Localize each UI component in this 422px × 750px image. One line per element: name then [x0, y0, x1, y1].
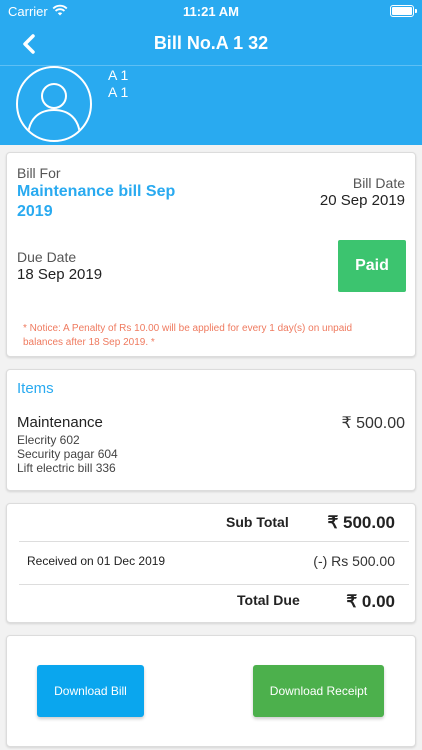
summary-divider: [19, 541, 409, 542]
member-line-2: A 1: [108, 84, 129, 100]
page-title: Bill No.A 1 32: [153, 33, 269, 53]
penalty-notice-line2: balances after 18 Sep 2019. *: [23, 337, 155, 348]
total-due-value: ₹ 0.00: [346, 592, 395, 611]
due-date-label: Due Date: [17, 249, 77, 265]
received-value: (-) Rs 500.00: [313, 553, 395, 569]
bill-info-card: Bill For Maintenance bill Sep 2019 Bill …: [6, 152, 416, 357]
bill-date-label: Bill Date: [352, 175, 405, 191]
sub-total-label: Sub Total: [226, 514, 289, 530]
download-bill-button[interactable]: Download Bill: [37, 665, 144, 717]
summary-divider: [19, 584, 409, 585]
nav-divider: [0, 65, 422, 66]
received-label: Received on 01 Dec 2019: [27, 554, 166, 568]
sub-total-value: ₹ 500.00: [327, 513, 395, 532]
bill-for-value-line2: 2019: [17, 203, 53, 220]
total-due-label: Total Due: [237, 592, 300, 608]
battery-icon: [390, 5, 417, 17]
due-date-value: 18 Sep 2019: [17, 266, 103, 283]
download-receipt-button[interactable]: Download Receipt: [253, 665, 384, 717]
item-sub-line: Elecrity 602: [17, 433, 80, 447]
penalty-notice: * Notice: A Penalty of Rs 10.00 will be …: [23, 322, 403, 350]
item-sub-line: Security pagar 604: [17, 447, 118, 461]
bill-date-value: 20 Sep 2019: [319, 192, 405, 209]
item-amount: ₹ 500.00: [341, 415, 405, 432]
status-badge: Paid: [338, 240, 406, 292]
nav-bar: Bill No.A 1 32: [0, 22, 422, 66]
member-line-1: A 1: [108, 67, 129, 83]
clock-time: 11:21 AM: [183, 4, 239, 19]
status-bar: Carrier 11:21 AM: [0, 0, 422, 22]
actions-card: Download Bill Download Receipt: [6, 635, 416, 747]
penalty-notice-line1: * Notice: A Penalty of Rs 10.00 will be …: [23, 323, 353, 334]
bill-for-value-line1: Maintenance bill Sep: [17, 183, 176, 200]
items-card: Items Maintenance ₹ 500.00 Elecrity 602 …: [6, 369, 416, 491]
bill-for-label: Bill For: [17, 165, 61, 181]
summary-card: Sub Total ₹ 500.00 Received on 01 Dec 20…: [6, 503, 416, 623]
user-avatar-icon: [16, 66, 92, 142]
app-header: Carrier 11:21 AM Bill No.A 1 32 A 1 A 1: [0, 0, 422, 145]
item-sub-line: Lift electric bill 336: [17, 461, 116, 475]
item-name: Maintenance: [17, 414, 103, 431]
items-title: Items: [17, 380, 54, 397]
